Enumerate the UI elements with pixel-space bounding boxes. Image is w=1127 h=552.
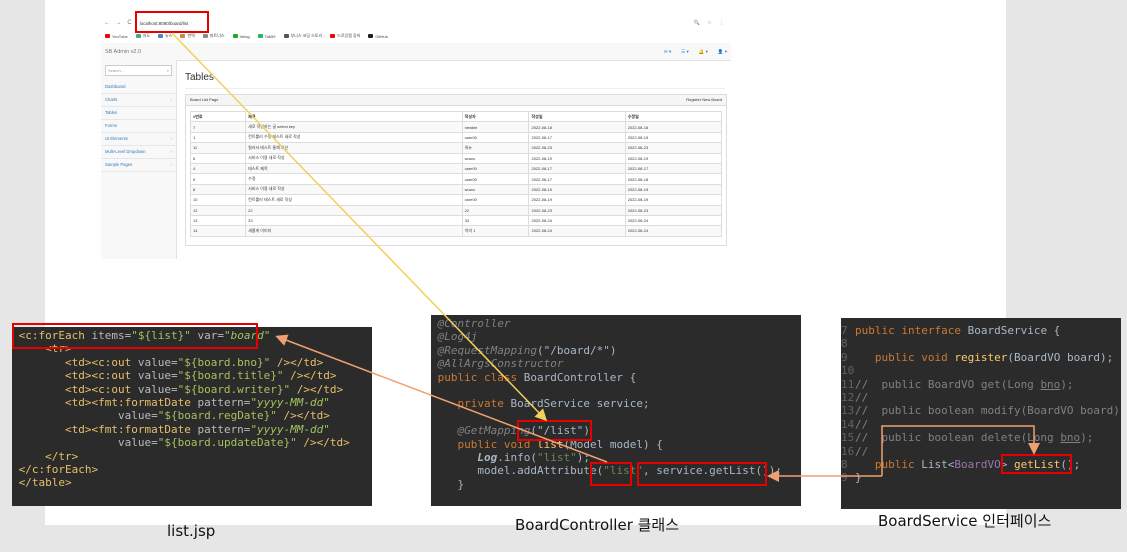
caption-service: BoardService 인터페이스 [878,512,1052,530]
caption-jsp: list.jsp [167,522,216,540]
service-bracket-arrow [881,425,1040,476]
attribute-to-jsp-arrow [275,334,608,463]
connector-arrows [171,32,1040,482]
url-to-getmapping-arrow [171,32,548,422]
caption-controller: BoardController 클래스 [515,516,680,534]
